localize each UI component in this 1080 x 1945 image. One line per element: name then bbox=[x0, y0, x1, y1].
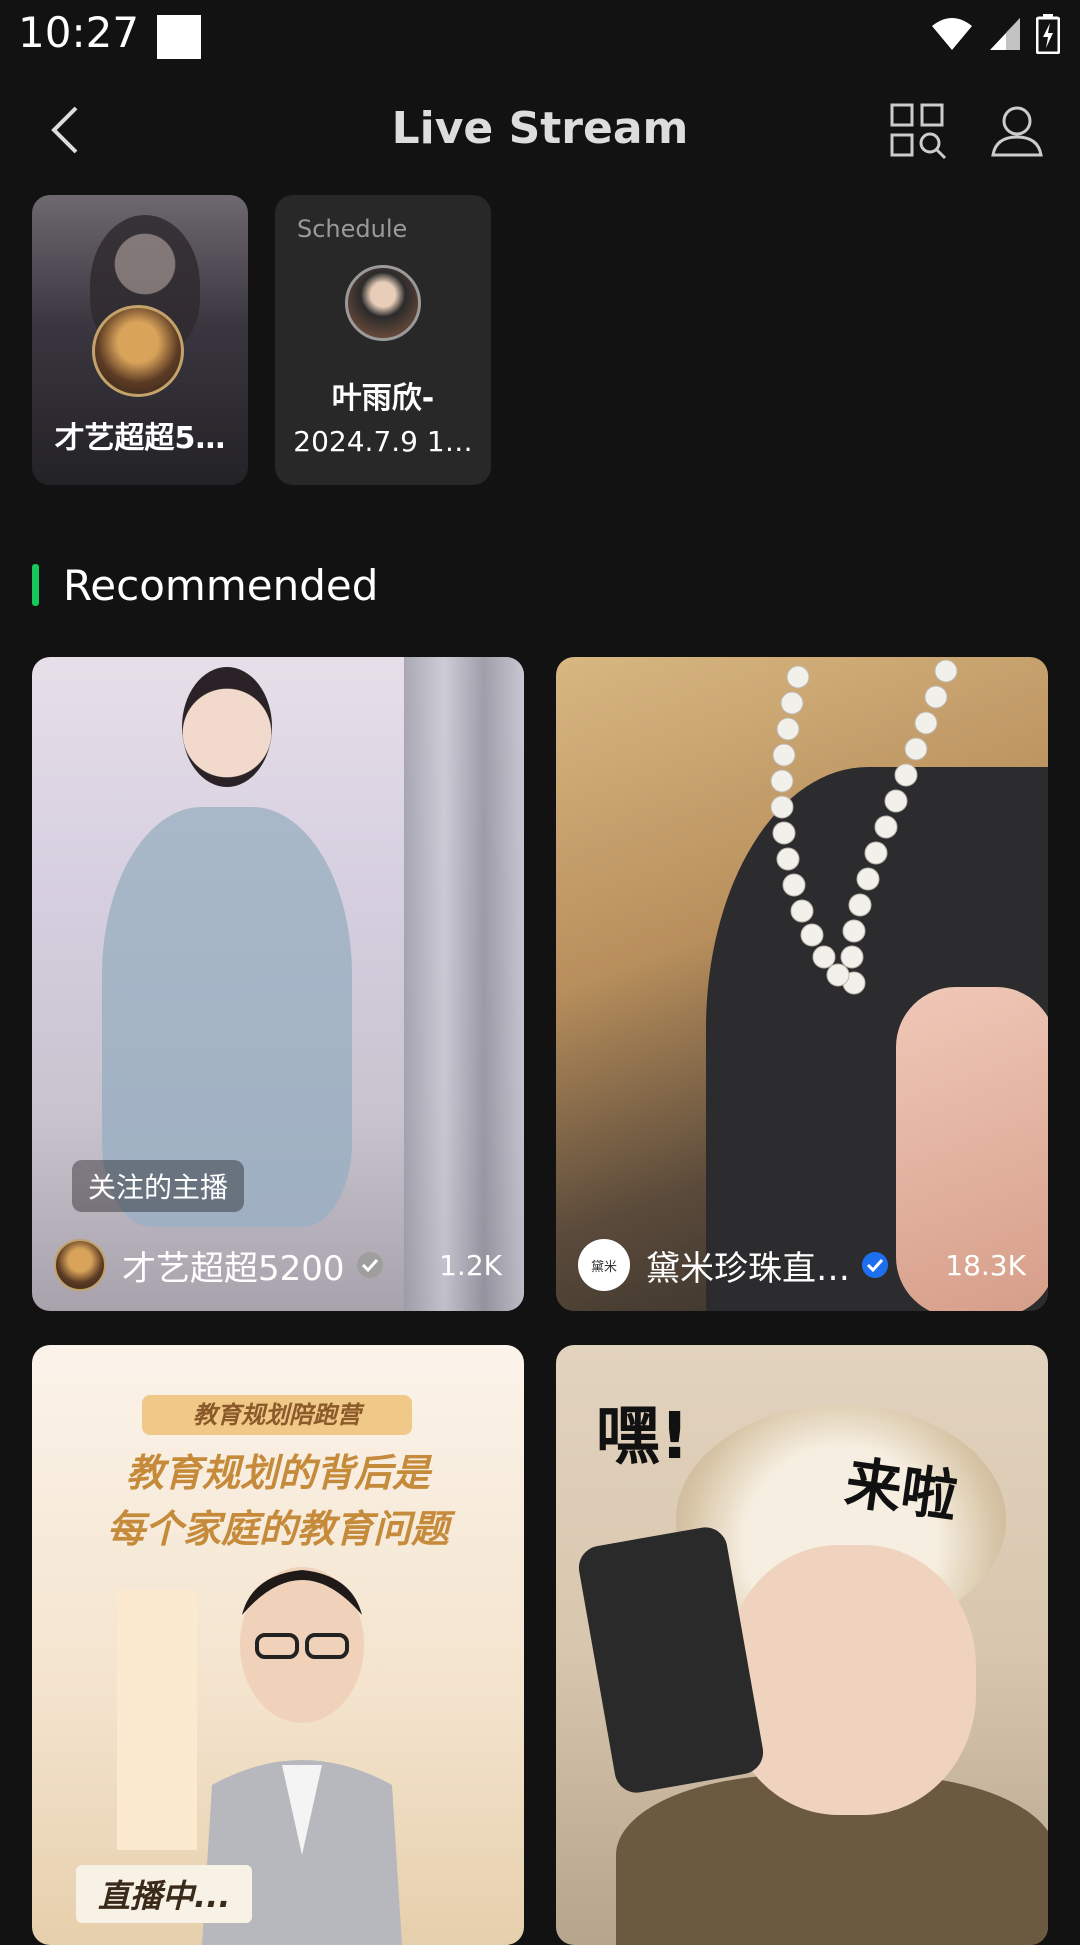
card-info: 黛米 黛米珍珠直… 18.3K bbox=[578, 1237, 1026, 1293]
streamer-face bbox=[726, 1545, 976, 1815]
avatar bbox=[345, 265, 421, 341]
recommended-card[interactable]: 嘿! 来啦 bbox=[556, 1345, 1048, 1945]
recommended-card[interactable]: 关注的主播 才艺超超5200 1.2K bbox=[32, 657, 524, 1311]
header: Live Stream bbox=[0, 95, 1080, 165]
section-accent-bar bbox=[32, 564, 39, 606]
schedule-label: Schedule bbox=[297, 215, 408, 243]
profile-button[interactable] bbox=[990, 103, 1044, 157]
streamer-name: 才艺超超5200 bbox=[122, 1248, 345, 1289]
section-title: Recommended bbox=[63, 560, 379, 610]
status-icons bbox=[930, 14, 1060, 54]
avatar bbox=[54, 1239, 106, 1291]
schedule-time: 2024.7.9 1… bbox=[293, 425, 473, 458]
host-intro-box bbox=[117, 1590, 197, 1850]
streamer-name: 黛米珍珠直… bbox=[646, 1248, 850, 1289]
wifi-icon bbox=[932, 18, 972, 50]
live-badge: 直播中... bbox=[76, 1865, 253, 1923]
grid-search-icon bbox=[890, 103, 947, 160]
user-icon bbox=[991, 106, 1043, 157]
avatar-logo-text: 黛米 bbox=[590, 1259, 617, 1275]
viewer-count: 18.3K bbox=[945, 1248, 1026, 1282]
follow-tag: 关注的主播 bbox=[72, 1160, 245, 1212]
recommended-card[interactable]: 黛米 黛米珍珠直… 18.3K bbox=[556, 657, 1048, 1311]
viewer-count: 1.2K bbox=[439, 1248, 502, 1282]
scheduled-card[interactable]: Schedule 叶雨欣- 2024.7.9 1… bbox=[275, 195, 491, 485]
live-card[interactable]: 才艺超超5… bbox=[32, 195, 248, 485]
banner-label: 教育规划陪跑营 bbox=[142, 1395, 412, 1435]
avatar bbox=[92, 305, 184, 397]
card-info: 才艺超超5200 1.2K bbox=[54, 1237, 502, 1293]
streamer-name: 叶雨欣- bbox=[331, 381, 435, 416]
status-time: 10:27 bbox=[18, 8, 140, 57]
signal-icon bbox=[990, 18, 1020, 50]
battery-icon bbox=[1036, 14, 1060, 54]
recommended-card[interactable]: 教育规划陪跑营 教育规划的背后是 每个家庭的教育问题 直播中... bbox=[32, 1345, 524, 1945]
headline-line-2: 每个家庭的教育问题 bbox=[106, 1507, 449, 1551]
verified-icon bbox=[862, 1252, 888, 1278]
sticker-text: 来啦 bbox=[841, 1450, 962, 1531]
status-bar: 10:27 bbox=[0, 0, 1080, 75]
section-header: Recommended bbox=[32, 560, 378, 610]
streamer-name: 才艺超超5… bbox=[54, 421, 226, 456]
headline: 教育规划的背后是 每个家庭的教育问题 bbox=[72, 1445, 484, 1557]
streamer-head bbox=[182, 667, 272, 787]
avatar: 黛米 bbox=[578, 1239, 630, 1291]
headline-line-1: 教育规划的背后是 bbox=[125, 1451, 430, 1495]
notification-icon bbox=[157, 15, 201, 59]
curtain bbox=[404, 657, 524, 1311]
category-search-button[interactable] bbox=[890, 103, 948, 161]
verified-icon bbox=[356, 1252, 383, 1278]
sticker-text: 嘿! bbox=[596, 1400, 690, 1474]
